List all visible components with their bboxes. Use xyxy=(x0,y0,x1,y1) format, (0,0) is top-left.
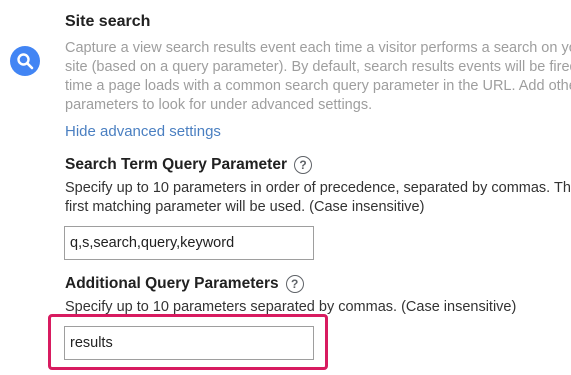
section-description: Capture a view search results event each… xyxy=(65,39,571,115)
section-title: Site search xyxy=(65,13,151,30)
search-icon xyxy=(10,46,40,76)
description-line: Capture a view search results event each… xyxy=(65,40,571,56)
search-term-label-text: Search Term Query Parameter xyxy=(65,156,287,173)
description-line: parameters to look for under advanced se… xyxy=(65,97,373,113)
search-term-input[interactable] xyxy=(64,226,314,260)
additional-params-label-text: Additional Query Parameters xyxy=(65,275,279,292)
additional-params-hint: Specify up to 10 parameters separated by… xyxy=(65,298,571,317)
help-circle-icon[interactable]: ? xyxy=(294,156,312,174)
help-circle-icon[interactable]: ? xyxy=(285,275,304,293)
hint-line: Specify up to 10 parameters separated by… xyxy=(65,299,517,315)
additional-params-label: Additional Query Parameters ? xyxy=(65,275,304,293)
search-term-label: Search Term Query Parameter ? xyxy=(65,156,312,174)
hint-line: first matching parameter will be used. (… xyxy=(65,199,425,215)
hint-line: Specify up to 10 parameters in order of … xyxy=(65,180,571,196)
description-line: site (based on a query parameter). By de… xyxy=(65,59,571,75)
additional-params-input[interactable] xyxy=(64,326,314,360)
site-search-settings: Site search Capture a view search result… xyxy=(0,0,571,375)
description-line: time a page loads with a common search q… xyxy=(65,78,571,94)
search-term-hint: Specify up to 10 parameters in order of … xyxy=(65,179,571,217)
hide-advanced-settings-link[interactable]: Hide advanced settings xyxy=(65,123,221,140)
